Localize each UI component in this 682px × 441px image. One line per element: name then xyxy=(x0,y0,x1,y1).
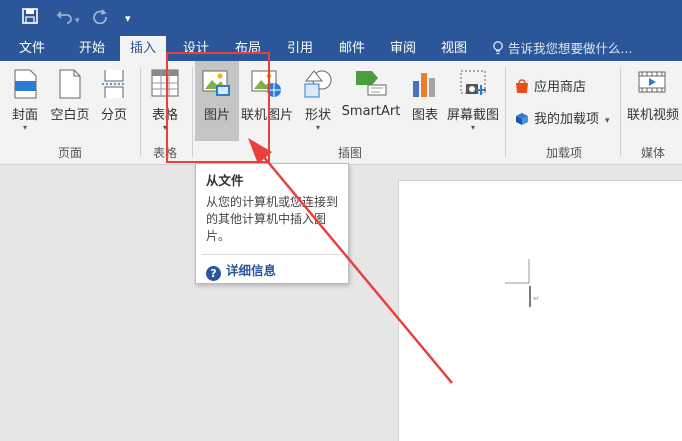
shapes-button[interactable]: 形状 ▾ xyxy=(298,61,338,141)
store-icon xyxy=(516,79,528,93)
page-break-label: 分页 xyxy=(100,108,127,123)
online-video-icon xyxy=(638,71,666,93)
customize-qat-icon[interactable]: ▾ xyxy=(125,10,131,28)
group-label-media: 媒体 xyxy=(640,146,665,160)
tab-references[interactable]: 引用 xyxy=(278,36,322,61)
tab-file[interactable]: 文件 xyxy=(10,36,54,61)
smartart-label: SmartArt xyxy=(341,104,401,119)
cover-page-icon xyxy=(14,69,37,99)
margin-corner-marks: ↵ xyxy=(505,259,540,307)
tab-review[interactable]: 审阅 xyxy=(381,36,425,61)
shapes-label: 形状 xyxy=(304,108,331,123)
document-page[interactable]: ↵ xyxy=(398,180,682,441)
shapes-icon xyxy=(304,70,332,98)
tooltip-title: 从文件 xyxy=(206,173,244,188)
undo-icon[interactable] xyxy=(56,8,74,28)
title-bar: ▾ ▾ xyxy=(0,0,682,36)
screenshot-button[interactable]: 屏幕截图 ▾ xyxy=(446,61,500,141)
tooltip-divider xyxy=(202,254,342,255)
svg-text:↵: ↵ xyxy=(533,294,540,303)
chart-label: 图表 xyxy=(411,108,438,123)
online-video-button[interactable]: 联机视频 xyxy=(624,61,682,141)
group-label-illustrations: 插图 xyxy=(337,146,362,160)
tab-home[interactable]: 开始 xyxy=(70,36,114,61)
tab-view[interactable]: 视图 xyxy=(432,36,476,61)
help-icon: ? xyxy=(206,266,221,281)
chart-icon xyxy=(413,73,435,97)
blank-page-button[interactable]: 空白页 xyxy=(47,61,93,141)
group-separator xyxy=(505,67,506,157)
my-addins-button[interactable]: 我的加载项 ▾ xyxy=(514,108,610,127)
chevron-down-icon: ▾ xyxy=(22,123,27,132)
tell-me-box[interactable]: 告诉我您想要做什么... xyxy=(492,36,632,61)
blank-page-icon xyxy=(59,69,81,99)
chevron-down-icon: ▾ xyxy=(470,123,475,132)
smartart-icon xyxy=(356,71,387,96)
store-label: 应用商店 xyxy=(534,80,587,95)
group-separator xyxy=(620,67,621,157)
save-icon[interactable] xyxy=(22,8,38,28)
addins-icon xyxy=(516,113,528,125)
tooltip-description: 从您的计算机或您连接到的其他计算机中插入图片。 xyxy=(206,195,339,243)
group-separator xyxy=(140,67,141,157)
blank-page-label: 空白页 xyxy=(50,108,90,123)
ribbon-tabs: 文件 开始 插入 设计 布局 引用 邮件 审阅 视图 告诉我您想要做什么... xyxy=(0,36,682,61)
screenshot-icon xyxy=(460,70,486,95)
chart-button[interactable]: 图表 xyxy=(406,61,444,141)
cover-page-button[interactable]: 封面 ▾ xyxy=(4,61,46,141)
group-label-addins: 加载项 xyxy=(545,146,582,160)
annotation-highlight-box xyxy=(166,52,270,163)
chevron-down-icon: ▾ xyxy=(315,123,320,132)
store-button[interactable]: 应用商店 xyxy=(514,76,586,95)
chevron-down-icon: ▾ xyxy=(605,116,610,126)
page-break-icon xyxy=(102,70,126,98)
tooltip-help-label: 详细信息 xyxy=(226,263,277,278)
my-addins-label: 我的加载项 xyxy=(534,112,600,127)
tooltip-help-link[interactable]: ? 详细信息 xyxy=(206,260,276,281)
tab-insert[interactable]: 插入 xyxy=(120,36,166,61)
lightbulb-icon xyxy=(493,41,503,55)
cover-page-label: 封面 xyxy=(11,108,38,123)
redo-icon[interactable] xyxy=(92,8,108,28)
online-video-label: 联机视频 xyxy=(626,108,679,123)
smartart-button[interactable]: SmartArt xyxy=(340,61,402,141)
tell-me-text: 告诉我您想要做什么... xyxy=(508,41,633,56)
pictures-tooltip: 从文件 从您的计算机或您连接到的其他计算机中插入图片。 ? 详细信息 xyxy=(195,163,349,284)
undo-dropdown-icon[interactable]: ▾ xyxy=(75,12,80,30)
group-label-pages: 页面 xyxy=(57,146,82,160)
screenshot-label: 屏幕截图 xyxy=(446,108,499,123)
ribbon-insert: 封面 ▾ 空白页 分页 页面 表格 ▾ 表格 图片 联机图片 形状 ▾ Smar… xyxy=(0,61,682,165)
tab-mailings[interactable]: 邮件 xyxy=(330,36,374,61)
page-break-button[interactable]: 分页 xyxy=(94,61,134,141)
